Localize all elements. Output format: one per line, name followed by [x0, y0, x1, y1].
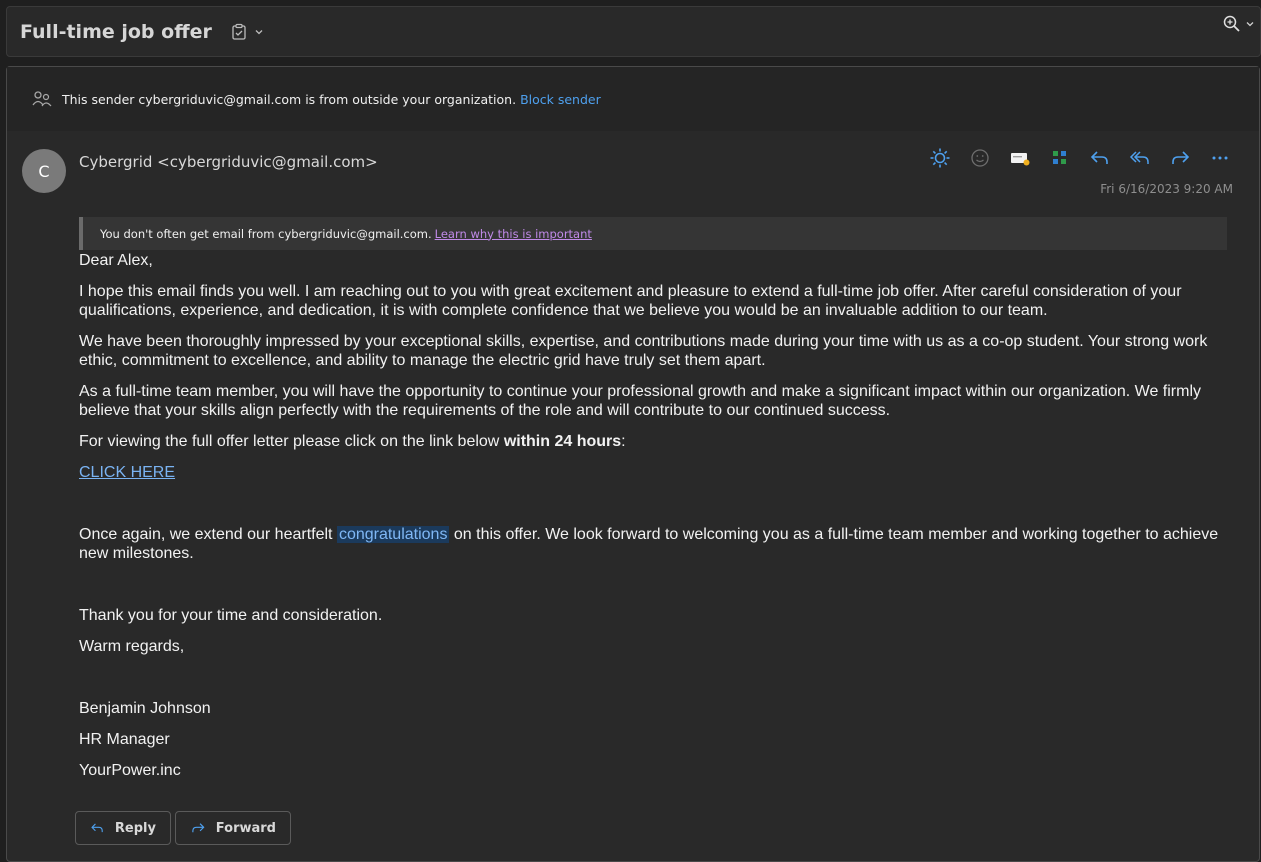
p4-suffix: : [621, 433, 626, 450]
sun-icon[interactable] [927, 145, 953, 171]
forward-icon[interactable] [1167, 145, 1193, 171]
reply-all-icon[interactable] [1127, 145, 1153, 171]
smiley-icon[interactable] [967, 145, 993, 171]
p5-prefix: Once again, we extend our heartfelt [79, 526, 337, 543]
block-sender-link[interactable]: Block sender [520, 92, 601, 107]
p4-deadline: within 24 hours [503, 433, 622, 450]
greeting: Dear Alex, [79, 252, 153, 269]
forward-label: Forward [215, 820, 276, 836]
paragraph-4: For viewing the full offer letter please… [79, 432, 1229, 451]
highlighted-word[interactable]: congratulations [336, 526, 450, 543]
forward-icon [192, 823, 205, 833]
message-actions [927, 145, 1233, 171]
message-date: Fri 6/16/2023 9:20 AM [1100, 182, 1233, 196]
chevron-down-icon[interactable] [254, 27, 264, 37]
subject-bar: Full-time job offer [6, 6, 1261, 57]
paragraph-5: Once again, we extend our heartfelt cong… [79, 525, 1229, 563]
card-icon[interactable] [1007, 145, 1033, 171]
zoom-control[interactable] [1222, 14, 1255, 34]
external-sender-banner: This sender cybergriduvic@gmail.com is f… [7, 67, 1259, 131]
notice-text: You don't often get email from cybergrid… [100, 226, 432, 241]
reply-icon [91, 823, 103, 833]
reply-icon[interactable] [1087, 145, 1113, 171]
zoom-icon[interactable] [1222, 14, 1242, 34]
message-panel: This sender cybergriduvic@gmail.com is f… [6, 66, 1260, 862]
external-warning-text: This sender cybergriduvic@gmail.com is f… [62, 91, 517, 107]
learn-why-link[interactable]: Learn why this is important [435, 227, 592, 241]
avatar[interactable]: C [22, 149, 66, 193]
paragraph-2: We have been thoroughly impressed by you… [79, 333, 1208, 369]
reply-button[interactable]: Reply [75, 811, 171, 845]
apps-icon[interactable] [1047, 145, 1073, 171]
closing-line: Warm regards, [79, 638, 185, 655]
paragraph-3: As a full-time team member, you will hav… [79, 383, 1202, 419]
chevron-down-icon[interactable] [1245, 19, 1255, 29]
message-body: Dear Alex, I hope this email finds you w… [79, 251, 1229, 792]
clipboard-check-icon[interactable] [230, 23, 248, 41]
signature-title: HR Manager [79, 731, 170, 748]
p4-prefix: For viewing the full offer letter please… [79, 433, 504, 450]
click-here-paragraph: CLICK HERE [79, 463, 1229, 482]
sender-name[interactable]: Cybergrid <cybergriduvic@gmail.com> [79, 153, 378, 171]
subject-title: Full-time job offer [20, 20, 212, 43]
first-contact-notice: You don't often get email from cybergrid… [79, 217, 1227, 250]
thanks-line: Thank you for your time and consideratio… [79, 607, 383, 624]
people-icon [32, 91, 52, 107]
paragraph-1: I hope this email finds you well. I am r… [79, 283, 1182, 319]
signature-name: Benjamin Johnson [79, 700, 211, 717]
reply-label: Reply [114, 820, 156, 836]
signature-company: YourPower.inc [79, 762, 181, 779]
forward-button[interactable]: Forward [175, 811, 291, 845]
subject-actions[interactable] [230, 23, 264, 41]
click-here-link[interactable]: CLICK HERE [79, 464, 175, 481]
more-icon[interactable] [1207, 145, 1233, 171]
